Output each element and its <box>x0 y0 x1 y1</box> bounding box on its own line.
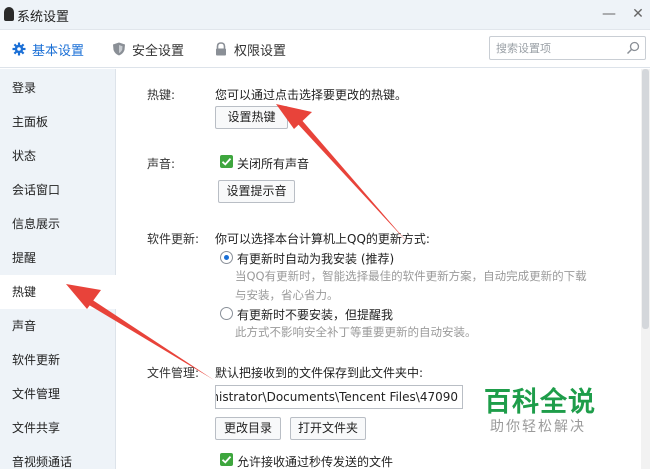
sound-section-label: 声音: <box>147 157 176 171</box>
watermark-logo: 百科全说 助你轻松解决 <box>478 380 608 440</box>
open-folder-button[interactable]: 打开文件夹 <box>290 417 366 440</box>
shield-icon <box>113 42 125 56</box>
minimize-button[interactable]: — <box>597 2 621 26</box>
search-icon[interactable] <box>626 41 640 55</box>
download-path-value: dministrator\Documents\Tencent Files\470… <box>215 390 458 404</box>
auto-install-desc-line2: 与安装，省心省力。 <box>235 288 339 302</box>
mute-all-label: 关闭所有声音 <box>237 157 310 171</box>
sidebar-item-label: 会话窗口 <box>12 183 61 197</box>
tab-permission-settings[interactable]: 权限设置 <box>214 39 286 59</box>
file-section-label: 文件管理: <box>147 366 200 380</box>
set-hotkey-button[interactable]: 设置热键 <box>215 106 288 129</box>
sidebar-item-reminders[interactable]: 提醒 <box>0 241 116 275</box>
sidebar-item-main-panel[interactable]: 主面板 <box>0 105 116 139</box>
sidebar-item-login[interactable]: 登录 <box>0 71 116 105</box>
sidebar-item-av-call[interactable]: 音视频通话 <box>0 445 116 469</box>
settings-sidebar: 登录 主面板 状态 会话窗口 信息展示 提醒 热键 声音 软件更新 文件管理 文… <box>0 69 117 469</box>
allow-instant-transfer-label: 允许接收通过秒传发送的文件 <box>237 455 394 469</box>
auto-install-label: 有更新时自动为我安装 (推荐) <box>237 252 395 266</box>
sidebar-item-label: 提醒 <box>12 251 37 265</box>
change-directory-button[interactable]: 更改目录 <box>215 417 281 440</box>
sidebar-item-sound[interactable]: 声音 <box>0 309 116 343</box>
sidebar-item-label: 文件管理 <box>12 387 61 401</box>
scrollbar-thumb[interactable] <box>642 69 649 329</box>
sidebar-item-label: 热键 <box>12 285 37 299</box>
notify-only-desc: 此方式不影响安全补丁等重要更新的自动安装。 <box>235 325 477 339</box>
close-button[interactable]: ✕ <box>626 2 650 26</box>
search-input[interactable] <box>496 40 616 56</box>
sidebar-item-label: 音视频通话 <box>12 455 73 469</box>
sidebar-item-label: 登录 <box>12 81 37 95</box>
tab-security-settings[interactable]: 安全设置 <box>112 39 184 59</box>
watermark-title: 百科全说 <box>484 387 596 418</box>
sidebar-item-chat-window[interactable]: 会话窗口 <box>0 173 116 207</box>
sidebar-item-label: 状态 <box>12 149 37 163</box>
content-scrollbar[interactable] <box>641 69 650 469</box>
checkmark-icon <box>221 157 232 166</box>
qq-penguin-icon <box>4 7 14 21</box>
auto-install-desc-line1: 当QQ有更新时，智能选择最佳的软件更新方案，自动完成更新的下载 <box>235 269 587 283</box>
set-sound-button[interactable]: 设置提示音 <box>218 180 295 203</box>
lock-icon <box>216 42 226 56</box>
file-description: 默认把接收到的文件保存到此文件夹中: <box>215 366 424 380</box>
auto-install-radio[interactable] <box>220 251 233 264</box>
sidebar-item-label: 声音 <box>12 319 37 333</box>
sidebar-item-status[interactable]: 状态 <box>0 139 116 173</box>
update-section-label: 软件更新: <box>147 232 200 246</box>
mute-all-checkbox[interactable] <box>220 155 233 168</box>
tab-basic-settings-label: 基本设置 <box>32 43 85 59</box>
watermark-subtitle: 助你轻松解决 <box>490 419 586 435</box>
download-path-field[interactable]: dministrator\Documents\Tencent Files\470… <box>215 385 463 409</box>
gear-icon <box>12 42 26 56</box>
title-bar: 系统设置 — ✕ <box>0 0 650 30</box>
update-description: 你可以选择本台计算机上QQ的更新方式: <box>215 232 430 246</box>
tab-permission-settings-label: 权限设置 <box>234 43 287 59</box>
notify-only-radio[interactable] <box>220 307 233 320</box>
tab-basic-settings[interactable]: 基本设置 <box>12 39 84 59</box>
hotkey-section-label: 热键: <box>147 88 176 102</box>
sidebar-item-file-sharing[interactable]: 文件共享 <box>0 411 116 445</box>
hotkey-description: 您可以通过点击选择要更改的热键。 <box>215 88 408 102</box>
sidebar-item-label: 信息展示 <box>12 217 61 231</box>
tab-security-settings-label: 安全设置 <box>132 43 185 59</box>
allow-instant-transfer-checkbox[interactable] <box>220 453 233 466</box>
sidebar-item-label: 主面板 <box>12 115 49 129</box>
sidebar-item-file-management[interactable]: 文件管理 <box>0 377 116 411</box>
sidebar-item-label: 文件共享 <box>12 421 61 435</box>
sidebar-item-label: 软件更新 <box>12 353 61 367</box>
window-title: 系统设置 <box>17 10 70 25</box>
settings-search-box[interactable] <box>489 36 646 60</box>
notify-only-label: 有更新时不要安装，但提醒我 <box>237 308 394 322</box>
checkmark-icon <box>221 455 232 464</box>
sidebar-item-info-display[interactable]: 信息展示 <box>0 207 116 241</box>
sidebar-item-hotkeys[interactable]: 热键 <box>0 275 117 309</box>
sidebar-item-software-update[interactable]: 软件更新 <box>0 343 116 377</box>
